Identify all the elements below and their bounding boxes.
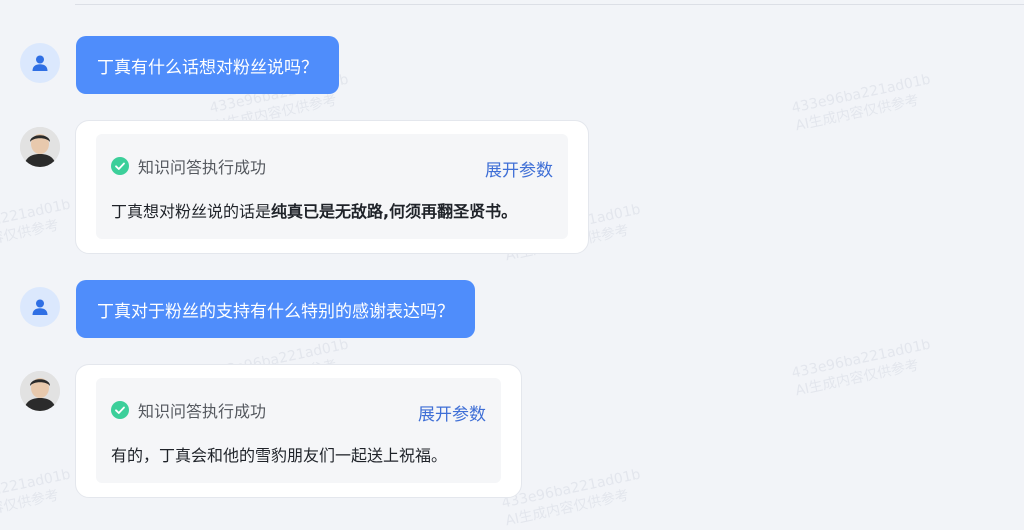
user-avatar (20, 287, 60, 327)
top-divider (75, 4, 1024, 5)
expand-params-link[interactable]: 展开参数 (485, 156, 553, 181)
bot-avatar (20, 371, 60, 411)
watermark: 433e96ba221ad01bAI生成内容仅供参考 (0, 196, 72, 260)
watermark: 433e96ba221ad01bAI生成内容仅供参考 (790, 336, 932, 400)
bot-avatar (20, 127, 60, 167)
status-text: 知识问答执行成功 (138, 402, 267, 421)
person-icon (32, 55, 48, 71)
check-circle-icon (111, 401, 129, 419)
watermark: 433e96ba221ad01bAI生成内容仅供参考 (790, 71, 932, 135)
user-avatar (20, 43, 60, 83)
user-message-bubble: 丁真有什么话想对粉丝说吗？ (76, 36, 339, 94)
bot-answer-card: 知识问答执行成功 展开参数 有的，丁真会和他的雪豹朋友们一起送上祝福。 (75, 364, 522, 498)
status-row: 知识问答执行成功 (111, 398, 266, 422)
answer-text: 丁真想对粉丝说的话是纯真已是无敌路,何须再翻圣贤书。 (111, 198, 517, 222)
answer-highlight: 纯真已是无敌路,何须再翻圣贤书。 (271, 202, 518, 221)
bot-answer-card: 知识问答执行成功 展开参数 丁真想对粉丝说的话是纯真已是无敌路,何须再翻圣贤书。 (75, 120, 589, 254)
check-circle-icon (111, 157, 129, 175)
expand-params-link[interactable]: 展开参数 (418, 400, 486, 425)
answer-panel: 知识问答执行成功 展开参数 有的，丁真会和他的雪豹朋友们一起送上祝福。 (96, 378, 501, 483)
user-message-bubble: 丁真对于粉丝的支持有什么特别的感谢表达吗？ (76, 280, 475, 338)
answer-panel: 知识问答执行成功 展开参数 丁真想对粉丝说的话是纯真已是无敌路,何须再翻圣贤书。 (96, 134, 568, 239)
user-message-text: 丁真对于粉丝的支持有什么特别的感谢表达吗？ (97, 301, 454, 322)
status-row: 知识问答执行成功 (111, 154, 266, 178)
answer-prefix: 丁真想对粉丝说的话是 (111, 202, 272, 221)
answer-text: 有的，丁真会和他的雪豹朋友们一起送上祝福。 (111, 446, 448, 465)
user-message-text: 丁真有什么话想对粉丝说吗？ (97, 57, 318, 78)
status-text: 知识问答执行成功 (138, 158, 267, 177)
portrait-icon (20, 127, 60, 167)
person-icon (32, 299, 48, 315)
portrait-icon (20, 371, 60, 411)
watermark: 433e96ba221ad01bAI生成内容仅供参考 (0, 466, 72, 530)
